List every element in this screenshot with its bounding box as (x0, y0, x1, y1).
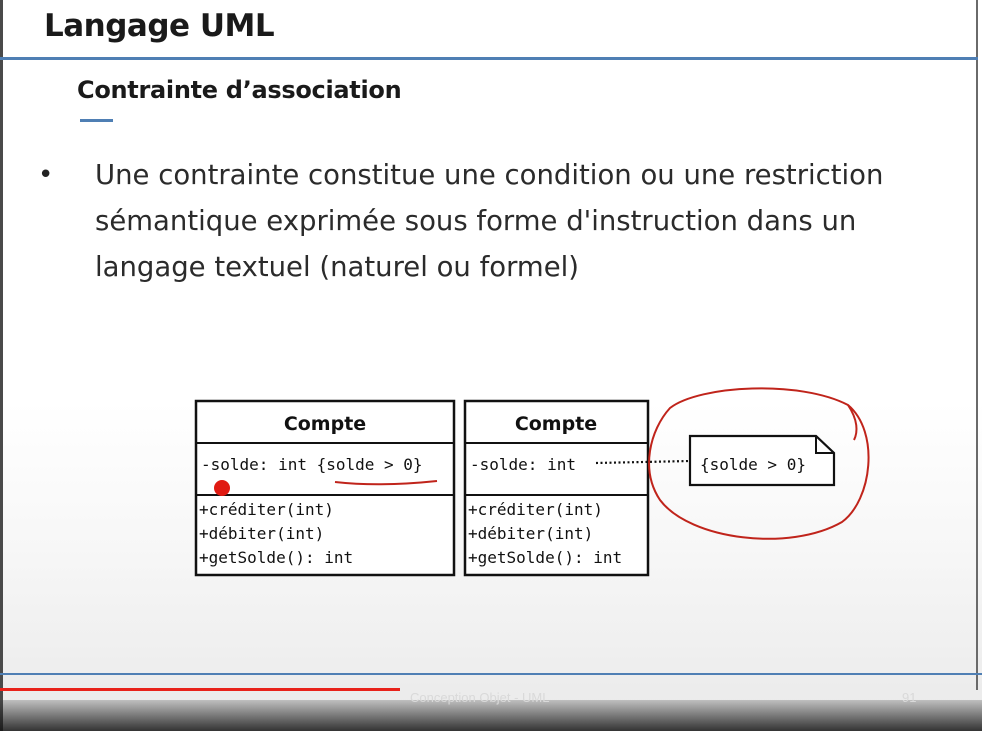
left-class-attribute: -solde: int {solde > 0} (201, 455, 423, 474)
uml-diagram: Compte -solde: int {solde > 0} +créditer… (194, 387, 870, 577)
right-class-method: +getSolde(): int (468, 548, 622, 567)
slide: Langage UML Contrainte d’association • U… (0, 0, 982, 731)
pointer-dot-icon (214, 480, 230, 496)
left-class-method: +getSolde(): int (199, 548, 353, 567)
left-class-method: +débiter(int) (199, 524, 324, 543)
footer-title: Conception Objet - UML (410, 690, 550, 705)
constraint-note: {solde > 0} (688, 434, 836, 487)
right-class-attribute: -solde: int (470, 455, 576, 474)
video-progress-bar[interactable] (0, 688, 400, 691)
right-class-method: +créditer(int) (468, 500, 603, 519)
right-class-box: Compte -solde: int +créditer(int) +débit… (463, 399, 650, 577)
left-class-box: Compte -solde: int {solde > 0} +créditer… (194, 399, 456, 577)
circle-annotation-tail (847, 404, 858, 441)
page-number: 91 (902, 690, 917, 705)
left-class-name: Compte (284, 413, 366, 435)
left-class-method: +créditer(int) (199, 500, 334, 519)
right-class-method: +débiter(int) (468, 524, 593, 543)
right-class-name: Compte (515, 413, 597, 435)
note-text: {solde > 0} (700, 455, 806, 474)
footer-divider (0, 673, 982, 675)
